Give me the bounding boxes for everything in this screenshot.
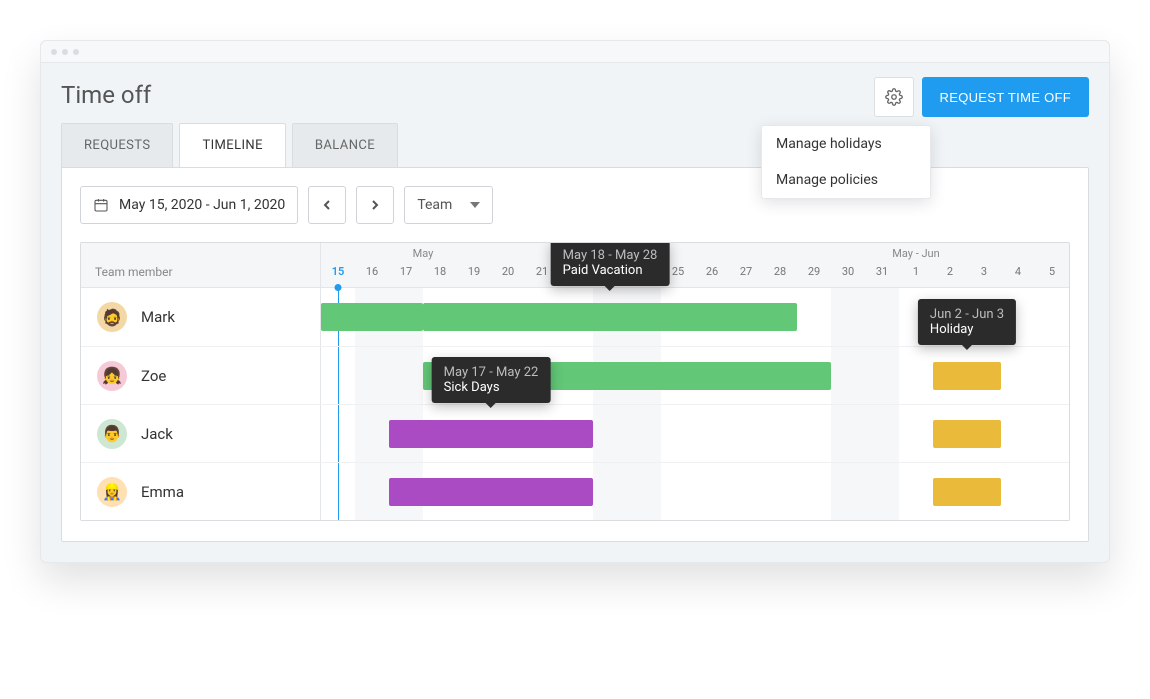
tab-bar: REQUESTS TIMELINE BALANCE xyxy=(41,123,1109,167)
timeline-chart: Team member May May May - Jun 1516171819… xyxy=(80,242,1070,521)
day-column: 20 xyxy=(491,243,525,287)
settings-dropdown: Manage holidays Manage policies xyxy=(761,125,931,199)
timeline-track: May 17 - May 22Sick Days xyxy=(321,405,1069,462)
day-column: 29 xyxy=(797,243,831,287)
avatar: 👨 xyxy=(97,419,127,449)
calendar-icon xyxy=(93,197,109,213)
weekend-shade xyxy=(831,347,899,404)
request-time-off-button[interactable]: REQUEST TIME OFF xyxy=(922,77,1089,117)
timeoff-bar[interactable] xyxy=(423,303,797,331)
page-header: Time off REQUEST TIME OFF Manage holiday… xyxy=(41,63,1109,123)
tooltip: Jun 2 - Jun 3Holiday xyxy=(918,299,1016,345)
day-column: 27 xyxy=(729,243,763,287)
window-dot xyxy=(73,49,79,55)
weekend-shade xyxy=(831,463,899,520)
weekend-shade xyxy=(831,288,899,346)
tooltip-label: Paid Vacation xyxy=(563,263,658,278)
day-column: 4 xyxy=(1001,243,1035,287)
avatar: 👷‍♀️ xyxy=(97,477,127,507)
scope-select[interactable]: Team xyxy=(404,186,493,224)
menu-item-manage-policies[interactable]: Manage policies xyxy=(762,162,930,198)
timeoff-bar[interactable] xyxy=(389,478,593,506)
tooltip-date: Jun 2 - Jun 3 xyxy=(930,307,1004,322)
day-column: 18 xyxy=(423,243,457,287)
tooltip-label: Holiday xyxy=(930,322,1004,337)
day-column: 2 xyxy=(933,243,967,287)
member-name: Emma xyxy=(141,483,184,501)
caret-down-icon xyxy=(470,200,480,210)
timeline-row: 👨 Jack May 17 - May 22Sick Days xyxy=(81,404,1069,462)
scope-label: Team xyxy=(417,197,452,213)
chevron-right-icon xyxy=(370,200,380,210)
app-window: Time off REQUEST TIME OFF Manage holiday… xyxy=(40,40,1110,563)
menu-item-manage-holidays[interactable]: Manage holidays xyxy=(762,126,930,162)
day-column: 5 xyxy=(1035,243,1069,287)
tooltip-date: May 18 - May 28 xyxy=(563,248,658,263)
day-column: 1 xyxy=(899,243,933,287)
chevron-left-icon xyxy=(322,200,332,210)
today-marker xyxy=(338,347,339,404)
member-name: Jack xyxy=(141,425,173,443)
tab-timeline[interactable]: TIMELINE xyxy=(179,123,285,167)
weekend-shade xyxy=(831,405,899,462)
timeline-body: 🧔MarkMay 18 - May 28Paid Vacation👧ZoeJun… xyxy=(81,288,1069,520)
tooltip-label: Sick Days xyxy=(444,380,539,395)
avatar: 👧 xyxy=(97,361,127,391)
next-period-button[interactable] xyxy=(356,186,394,224)
timeoff-bar[interactable] xyxy=(933,420,1001,448)
timeline-panel: May 15, 2020 - Jun 1, 2020 Team Team mem… xyxy=(61,167,1089,542)
member-name: Zoe xyxy=(141,367,166,385)
member-name: Mark xyxy=(141,308,175,326)
member-cell: 👧 Zoe xyxy=(81,347,321,404)
day-column: 15 xyxy=(321,243,355,287)
date-columns: May May May - Jun 1516171819202122232425… xyxy=(321,243,1069,287)
day-column: 30 xyxy=(831,243,865,287)
timeoff-bar[interactable] xyxy=(933,478,1001,506)
tooltip-date: May 17 - May 22 xyxy=(444,365,539,380)
weekend-shade xyxy=(593,405,661,462)
timeoff-bar[interactable] xyxy=(321,303,423,331)
window-titlebar xyxy=(41,41,1109,63)
timeline-row: 👧ZoeJun 2 - Jun 3Holiday xyxy=(81,346,1069,404)
settings-button[interactable] xyxy=(874,77,914,117)
day-column: 16 xyxy=(355,243,389,287)
tab-requests[interactable]: REQUESTS xyxy=(61,123,173,167)
today-marker xyxy=(338,463,339,520)
date-range-picker[interactable]: May 15, 2020 - Jun 1, 2020 xyxy=(80,186,298,224)
day-column: 26 xyxy=(695,243,729,287)
timeline-row: 👷‍♀️ Emma xyxy=(81,462,1069,520)
member-cell: 🧔 Mark xyxy=(81,288,321,346)
timeline-track xyxy=(321,463,1069,520)
day-column: 17 xyxy=(389,243,423,287)
tab-balance[interactable]: BALANCE xyxy=(292,123,398,167)
header-actions: REQUEST TIME OFF Manage holidays Manage … xyxy=(874,77,1089,117)
date-range-text: May 15, 2020 - Jun 1, 2020 xyxy=(119,197,285,213)
day-column: 31 xyxy=(865,243,899,287)
member-column-header: Team member xyxy=(81,243,321,287)
gear-icon xyxy=(885,88,903,106)
tooltip: May 18 - May 28Paid Vacation xyxy=(551,242,670,286)
weekend-shade xyxy=(593,463,661,520)
member-cell: 👨 Jack xyxy=(81,405,321,462)
weekend-shade xyxy=(355,347,423,404)
tooltip: May 17 - May 22Sick Days xyxy=(432,357,551,403)
timeoff-bar[interactable] xyxy=(933,362,1001,390)
day-column: 28 xyxy=(763,243,797,287)
window-dot xyxy=(62,49,68,55)
prev-period-button[interactable] xyxy=(308,186,346,224)
avatar: 🧔 xyxy=(97,302,127,332)
day-column: 3 xyxy=(967,243,1001,287)
day-column: 19 xyxy=(457,243,491,287)
timeoff-bar[interactable] xyxy=(389,420,593,448)
member-cell: 👷‍♀️ Emma xyxy=(81,463,321,520)
window-dot xyxy=(51,49,57,55)
page-title: Time off xyxy=(61,81,151,109)
today-marker xyxy=(338,405,339,462)
